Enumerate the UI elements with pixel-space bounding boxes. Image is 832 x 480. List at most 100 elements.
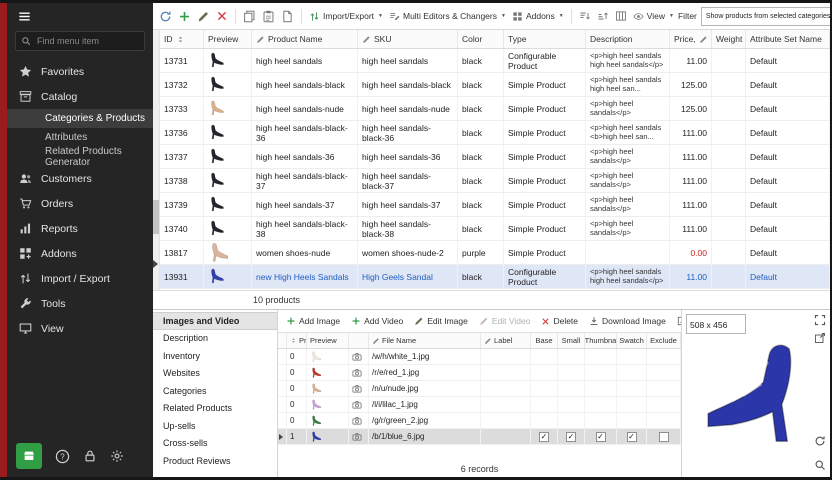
rotate-icon[interactable] xyxy=(814,435,826,447)
column-header-file-name[interactable]: File Name xyxy=(369,333,481,348)
column-header-id[interactable]: ID xyxy=(160,30,204,48)
product-row[interactable]: 13817women shoes-nudewomen shoes-nude-2p… xyxy=(160,241,830,265)
sidebar-item-orders[interactable]: Orders xyxy=(7,191,153,216)
store-button[interactable] xyxy=(16,443,42,469)
add-product-button[interactable] xyxy=(176,9,193,24)
tab-product-reviews[interactable]: Product Reviews xyxy=(153,452,277,470)
open-external-icon[interactable] xyxy=(814,332,826,344)
product-row[interactable]: 13738high heel sandals-black-37high heel… xyxy=(160,169,830,193)
product-row[interactable]: 13736high heel sandals-black-36high heel… xyxy=(160,121,830,145)
lock-icon[interactable] xyxy=(83,449,97,463)
zoom-icon[interactable] xyxy=(814,459,826,471)
edit-product-button[interactable] xyxy=(195,9,212,24)
column-header-price[interactable]: Price, xyxy=(670,30,712,48)
search-input[interactable] xyxy=(35,35,139,47)
sidebar-item-import-export[interactable]: Import / Export xyxy=(7,266,153,291)
tab-inventory[interactable]: Inventory xyxy=(153,347,277,365)
column-header-exclude[interactable]: Exclude xyxy=(647,333,681,348)
checkbox-cell xyxy=(558,349,585,364)
image-row[interactable]: 0/g/r/green_2.jpg xyxy=(278,413,681,429)
product-row[interactable]: 13737high heel sandals-36high heel sanda… xyxy=(160,145,830,169)
column-header-weight[interactable]: Weight xyxy=(712,30,746,48)
tab-websites[interactable]: Websites xyxy=(153,365,277,383)
grid-scrollbar[interactable] xyxy=(153,30,160,290)
column-header-label[interactable]: Label xyxy=(481,333,531,348)
image-size-input[interactable] xyxy=(687,319,745,331)
sidebar-item-reports[interactable]: Reports xyxy=(7,216,153,241)
add-image-button[interactable]: Add Image xyxy=(284,315,342,327)
scrollbar-thumb[interactable] xyxy=(153,200,159,234)
sidebar-item-tools[interactable]: Tools xyxy=(7,291,153,316)
sidebar-item-view[interactable]: View xyxy=(7,316,153,341)
tab-cross-sells[interactable]: Cross-sells xyxy=(153,435,277,453)
edit-image-button[interactable]: Edit Image xyxy=(412,315,470,327)
column-header-description[interactable]: Description xyxy=(586,30,670,48)
sidebar-nav: Favorites Catalog Categories & Products … xyxy=(7,59,153,341)
column-header-color[interactable]: Color xyxy=(458,30,504,48)
column-header-type[interactable]: Type xyxy=(504,30,586,48)
column-header-position[interactable]: Pr... xyxy=(287,333,307,348)
column-header-product-name[interactable]: Product Name xyxy=(252,30,358,48)
tab-up-sells[interactable]: Up-sells xyxy=(153,417,277,435)
duplicate-button[interactable] xyxy=(279,9,296,24)
refresh-button[interactable] xyxy=(157,9,174,24)
tab-categories[interactable]: Categories xyxy=(153,382,277,400)
column-header-attribute-set[interactable]: Attribute Set Name xyxy=(746,30,830,48)
column-settings-button[interactable] xyxy=(613,9,629,23)
add-video-button[interactable]: Add Video xyxy=(349,315,405,327)
product-row[interactable]: 13739high heel sandals-37high heel sanda… xyxy=(160,193,830,217)
delete-image-button[interactable]: Delete xyxy=(539,315,580,327)
copy-button[interactable] xyxy=(241,9,258,24)
fullscreen-icon[interactable] xyxy=(814,314,826,326)
sidebar-item-attributes[interactable]: Attributes xyxy=(7,128,153,147)
product-row[interactable]: 13732high heel sandals-blackhigh heel sa… xyxy=(160,73,830,97)
image-row[interactable]: 1/b/1/blue_6.jpg✓✓✓✓ xyxy=(278,429,681,445)
gear-icon[interactable] xyxy=(110,449,124,463)
checkbox-checked[interactable]: ✓ xyxy=(596,432,606,442)
tab-related-products[interactable]: Related Products xyxy=(153,400,277,418)
column-header-image-preview[interactable]: Preview xyxy=(307,333,349,348)
column-header-base[interactable]: Base xyxy=(531,333,558,348)
addons-button[interactable]: Addons ▼ xyxy=(510,10,566,23)
help-icon[interactable]: ? xyxy=(55,449,70,464)
column-header-preview[interactable]: Preview xyxy=(204,30,252,48)
sort-ascending-button[interactable] xyxy=(577,9,593,23)
view-button[interactable]: View ▼ xyxy=(631,10,676,23)
checkbox-cell xyxy=(647,349,681,364)
checkbox-checked[interactable]: ✓ xyxy=(566,432,576,442)
product-row[interactable]: 13731high heel sandalshigh heel sandalsb… xyxy=(160,49,830,73)
checkbox-unchecked[interactable] xyxy=(659,432,669,442)
checkbox-checked[interactable]: ✓ xyxy=(627,432,637,442)
product-row[interactable]: 13740high heel sandals-black-38high heel… xyxy=(160,217,830,241)
product-row[interactable]: 13733high heel sandals-nudehigh heel san… xyxy=(160,97,830,121)
sidebar-item-favorites[interactable]: Favorites xyxy=(7,59,153,84)
sidebar-item-categories-products[interactable]: Categories & Products xyxy=(7,109,153,128)
cell-sku: high heel sandals-37 xyxy=(358,193,458,216)
tab-images-and-video[interactable]: Images and Video xyxy=(153,312,277,330)
column-header-swatch[interactable]: Swatch xyxy=(617,333,647,348)
sidebar-item-related-products-generator[interactable]: Related Products Generator xyxy=(7,147,153,166)
column-header-thumbnail[interactable]: Thumbna xyxy=(585,333,617,348)
image-row[interactable]: 0/w/h/white_1.jpg xyxy=(278,349,681,365)
menu-icon[interactable] xyxy=(17,9,32,24)
sort-descending-button[interactable] xyxy=(595,9,611,23)
checkbox-checked[interactable]: ✓ xyxy=(539,432,549,442)
image-row[interactable]: 0/l/i/lilac_1.jpg xyxy=(278,397,681,413)
column-header-sku[interactable]: SKU xyxy=(358,30,458,48)
sidebar-item-addons[interactable]: Addons xyxy=(7,241,153,266)
edit-video-button[interactable]: Edit Video xyxy=(477,315,533,327)
sidebar-item-catalog[interactable]: Catalog xyxy=(7,84,153,109)
download-image-button[interactable]: Download Image xyxy=(587,315,668,327)
cell-price: 111.00 xyxy=(670,121,712,144)
tab-description[interactable]: Description xyxy=(153,330,277,348)
paste-button[interactable] xyxy=(260,9,277,24)
column-header-small[interactable]: Small xyxy=(558,333,585,348)
image-row[interactable]: 0/n/u/nude.jpg xyxy=(278,381,681,397)
product-row[interactable]: 13931new High Heels SandalsHigh Geels Sa… xyxy=(160,265,830,289)
sidebar-item-customers[interactable]: Customers xyxy=(7,166,153,191)
import-export-button[interactable]: Import/Export ▼ xyxy=(307,10,385,23)
image-row[interactable]: 0/r/e/red_1.jpg xyxy=(278,365,681,381)
multi-editors-button[interactable]: Multi Editors & Changers ▼ xyxy=(387,10,508,23)
delete-product-button[interactable] xyxy=(214,9,230,23)
category-filter-select[interactable]: Show products from selected categories ▼ xyxy=(701,7,830,26)
